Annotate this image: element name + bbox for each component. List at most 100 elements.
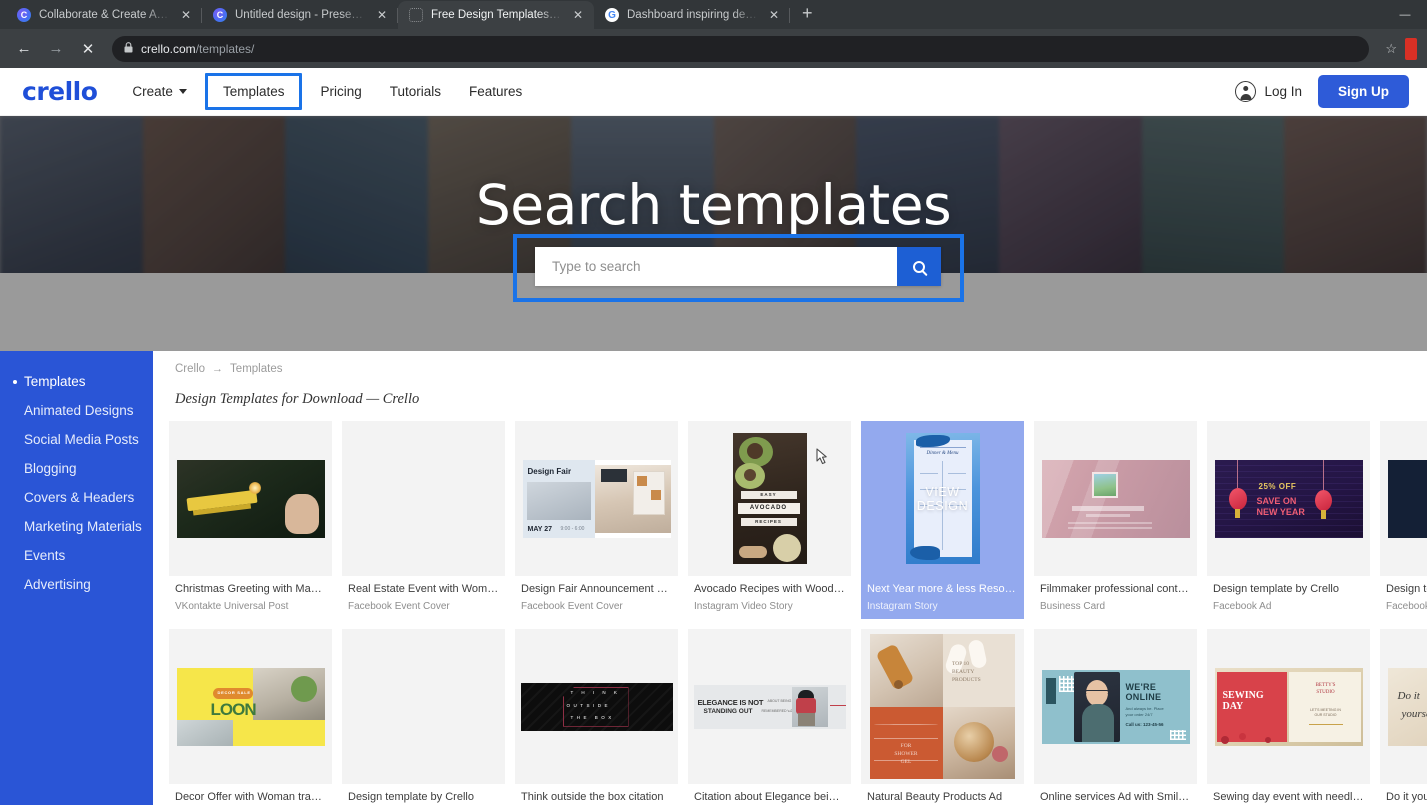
template-thumbnail xyxy=(1034,421,1197,576)
template-card[interactable]: TOP 10 BEAUTY PRODUCTS FOR SHOWER GEL Natura… xyxy=(861,629,1024,805)
browser-tab[interactable]: C Untitled design - Presentation (1 ✕ xyxy=(202,1,398,29)
template-title: Citation about Elegance being... xyxy=(694,791,845,804)
address-bar[interactable]: crello.com/templates/ xyxy=(112,35,1370,62)
template-card[interactable]: T H I N K OUTSIDE THE BOX Think outside … xyxy=(515,629,678,805)
thumbnail-art: Dinner & Menu VIEW DESIGN xyxy=(905,433,980,564)
template-title: Natural Beauty Products Ad xyxy=(867,791,1003,804)
search-submit-button[interactable] xyxy=(897,247,941,286)
thumbnail-art: Design Fair MAY 27 9:00 - 6:00 xyxy=(522,459,671,538)
nav-item-pricing[interactable]: Pricing xyxy=(307,77,374,106)
signup-button[interactable]: Sign Up xyxy=(1318,75,1409,108)
forward-icon[interactable]: → xyxy=(42,35,70,63)
template-card[interactable]: Design template by Crello Facebook Ad xyxy=(342,629,505,805)
template-title: Do it yourself inspiratio xyxy=(1386,791,1427,804)
templates-content: Crello → Templates Design Templates for … xyxy=(153,351,1427,805)
sidebar-item-blogging[interactable]: Blogging xyxy=(0,454,153,483)
sidebar-item-covers-headers[interactable]: Covers & Headers xyxy=(0,483,153,512)
sidebar-item-templates[interactable]: Templates xyxy=(0,367,153,396)
template-type: Instagram Story xyxy=(867,601,938,613)
thumbnail-art: T H I N K OUTSIDE THE BOX xyxy=(520,682,673,731)
search-input[interactable] xyxy=(535,247,897,286)
template-meta: Do it yourself inspiratio Twitter Header xyxy=(1380,784,1427,805)
nav-item-features[interactable]: Features xyxy=(456,77,535,106)
thumbnail-art: ELEGANCE IS NOT ABOUT BEING STANDING OUT… xyxy=(693,684,846,729)
new-tab-button[interactable]: + xyxy=(790,4,823,25)
template-card[interactable]: Memorial Day S A L E S Design template b… xyxy=(1380,421,1427,620)
close-icon[interactable]: ✕ xyxy=(179,8,193,22)
browser-tab[interactable]: C Collaborate & Create Amazing G ✕ xyxy=(6,1,202,29)
template-card[interactable]: SEWING DAY BETTY'S STUDIO LET'S MEETING IN… xyxy=(1207,629,1370,805)
template-thumbnail: T H I N K OUTSIDE THE BOX xyxy=(515,629,678,785)
template-title: Design Fair Announcement wit... xyxy=(521,583,672,595)
template-card-selected[interactable]: Dinner & Menu VIEW DESIGN Next Year more… xyxy=(861,421,1024,620)
google-icon: G xyxy=(605,8,619,22)
crello-logo[interactable]: crello xyxy=(22,77,98,106)
template-card[interactable]: Filmmaker professional contac... Busines… xyxy=(1034,421,1197,620)
template-title: Design template by Crello xyxy=(1213,583,1339,595)
thumbnail-art: EASY AVOCADO RECIPES xyxy=(732,433,807,564)
template-card[interactable]: Christmas Greeting with Man ... VKontakt… xyxy=(169,421,332,620)
toolbar-right: ☆ xyxy=(1379,37,1417,60)
back-icon[interactable]: ← xyxy=(10,35,38,63)
template-type: Facebook Event Cover xyxy=(521,601,623,613)
template-type: Facebook Event Cover xyxy=(348,601,450,613)
extension-icon[interactable] xyxy=(1405,37,1417,60)
template-card[interactable]: Design Fair MAY 27 9:00 - 6:00 Design Fa… xyxy=(515,421,678,620)
template-card[interactable]: Real Estate Event with Woma... Facebook … xyxy=(342,421,505,620)
thumbnail-art: Memorial Day S A L E S xyxy=(1387,459,1427,538)
template-meta: Design template by Crello Facebook Ad xyxy=(342,784,505,805)
template-grid-row: Christmas Greeting with Man ... VKontakt… xyxy=(169,421,1427,620)
nav-label: Templates xyxy=(222,84,285,99)
sidebar-item-animated-designs[interactable]: Animated Designs xyxy=(0,396,153,425)
template-type: Facebook Ad xyxy=(1386,601,1427,613)
template-card[interactable]: EASY AVOCADO RECIPES Avocado Recipes wit… xyxy=(688,421,851,620)
template-title: Design template by Cre xyxy=(1386,583,1427,595)
template-type: Business Card xyxy=(1040,601,1106,613)
template-meta: Design template by Crello Facebook Ad xyxy=(1207,576,1370,619)
url-domain: crello.com xyxy=(141,41,196,56)
sidebar-item-marketing-materials[interactable]: Marketing Materials xyxy=(0,512,153,541)
template-card[interactable]: ELEGANCE IS NOT ABOUT BEING STANDING OUT… xyxy=(688,629,851,805)
breadcrumb-current[interactable]: Templates xyxy=(230,363,282,375)
template-card[interactable]: WE'RE ONLINE And always be. Place your ord… xyxy=(1034,629,1197,805)
close-icon[interactable]: ✕ xyxy=(571,8,585,22)
browser-tab-active[interactable]: Free Design Templates - 25 000+ ✕ xyxy=(398,1,594,29)
search-icon xyxy=(913,260,925,273)
nav-item-tutorials[interactable]: Tutorials xyxy=(377,77,454,106)
template-thumbnail: TOP 10 BEAUTY PRODUCTS FOR SHOWER GEL xyxy=(861,629,1024,785)
login-button[interactable]: Log In xyxy=(1235,81,1302,102)
nav-label: Pricing xyxy=(320,84,362,99)
sidebar-item-advertising[interactable]: Advertising xyxy=(0,570,153,599)
view-design-overlay[interactable]: VIEW DESIGN xyxy=(906,485,980,513)
category-sidebar: Templates Animated Designs Social Media … xyxy=(0,351,153,805)
browser-tab-bar: C Collaborate & Create Amazing G ✕ C Unt… xyxy=(0,0,1427,29)
template-card[interactable]: Do it yourself Do it yourself inspiratio… xyxy=(1380,629,1427,805)
thumbnail-art: SEWING DAY BETTY'S STUDIO LET'S MEETING IN… xyxy=(1214,667,1363,746)
nav-item-templates[interactable]: Templates xyxy=(204,73,303,110)
sidebar-item-events[interactable]: Events xyxy=(0,541,153,570)
close-icon[interactable]: ✕ xyxy=(767,8,781,22)
nav-item-create[interactable]: Create xyxy=(119,77,200,106)
template-type: Facebook Ad xyxy=(1213,601,1272,613)
sidebar-item-social-media-posts[interactable]: Social Media Posts xyxy=(0,425,153,454)
window-controls: — xyxy=(1383,0,1427,29)
template-card[interactable]: 25% OFF SAVE ON NEW YEAR Design template … xyxy=(1207,421,1370,620)
stop-loading-icon[interactable]: ✕ xyxy=(74,35,102,63)
template-meta: Citation about Elegance being... Email H… xyxy=(688,784,851,805)
search-bar[interactable] xyxy=(535,247,941,286)
site-header: crello Create Templates Pricing Tutorial… xyxy=(0,68,1427,116)
browser-tab[interactable]: G Dashboard inspiring designs - G ✕ xyxy=(594,1,790,29)
bookmark-star-icon[interactable]: ☆ xyxy=(1379,41,1403,57)
breadcrumb-root[interactable]: Crello xyxy=(175,363,205,375)
template-meta: Design Fair Announcement wit... Facebook… xyxy=(515,576,678,619)
minimize-icon[interactable]: — xyxy=(1383,0,1427,29)
close-icon[interactable]: ✕ xyxy=(375,8,389,22)
template-thumbnail: SEWING DAY BETTY'S STUDIO LET'S MEETING IN… xyxy=(1207,629,1370,785)
template-meta: Next Year more & less Resoluti... Instag… xyxy=(861,576,1024,619)
template-title: Online services Ad with Smilin... xyxy=(1040,791,1191,804)
lock-icon xyxy=(124,41,133,56)
thumbnail-art xyxy=(1041,459,1190,538)
thumbnail-art: Do it yourself xyxy=(1387,667,1427,746)
template-card[interactable]: DECOR SALE LOON Decor Offer with Woman t… xyxy=(169,629,332,805)
template-title: Christmas Greeting with Man ... xyxy=(175,583,326,595)
